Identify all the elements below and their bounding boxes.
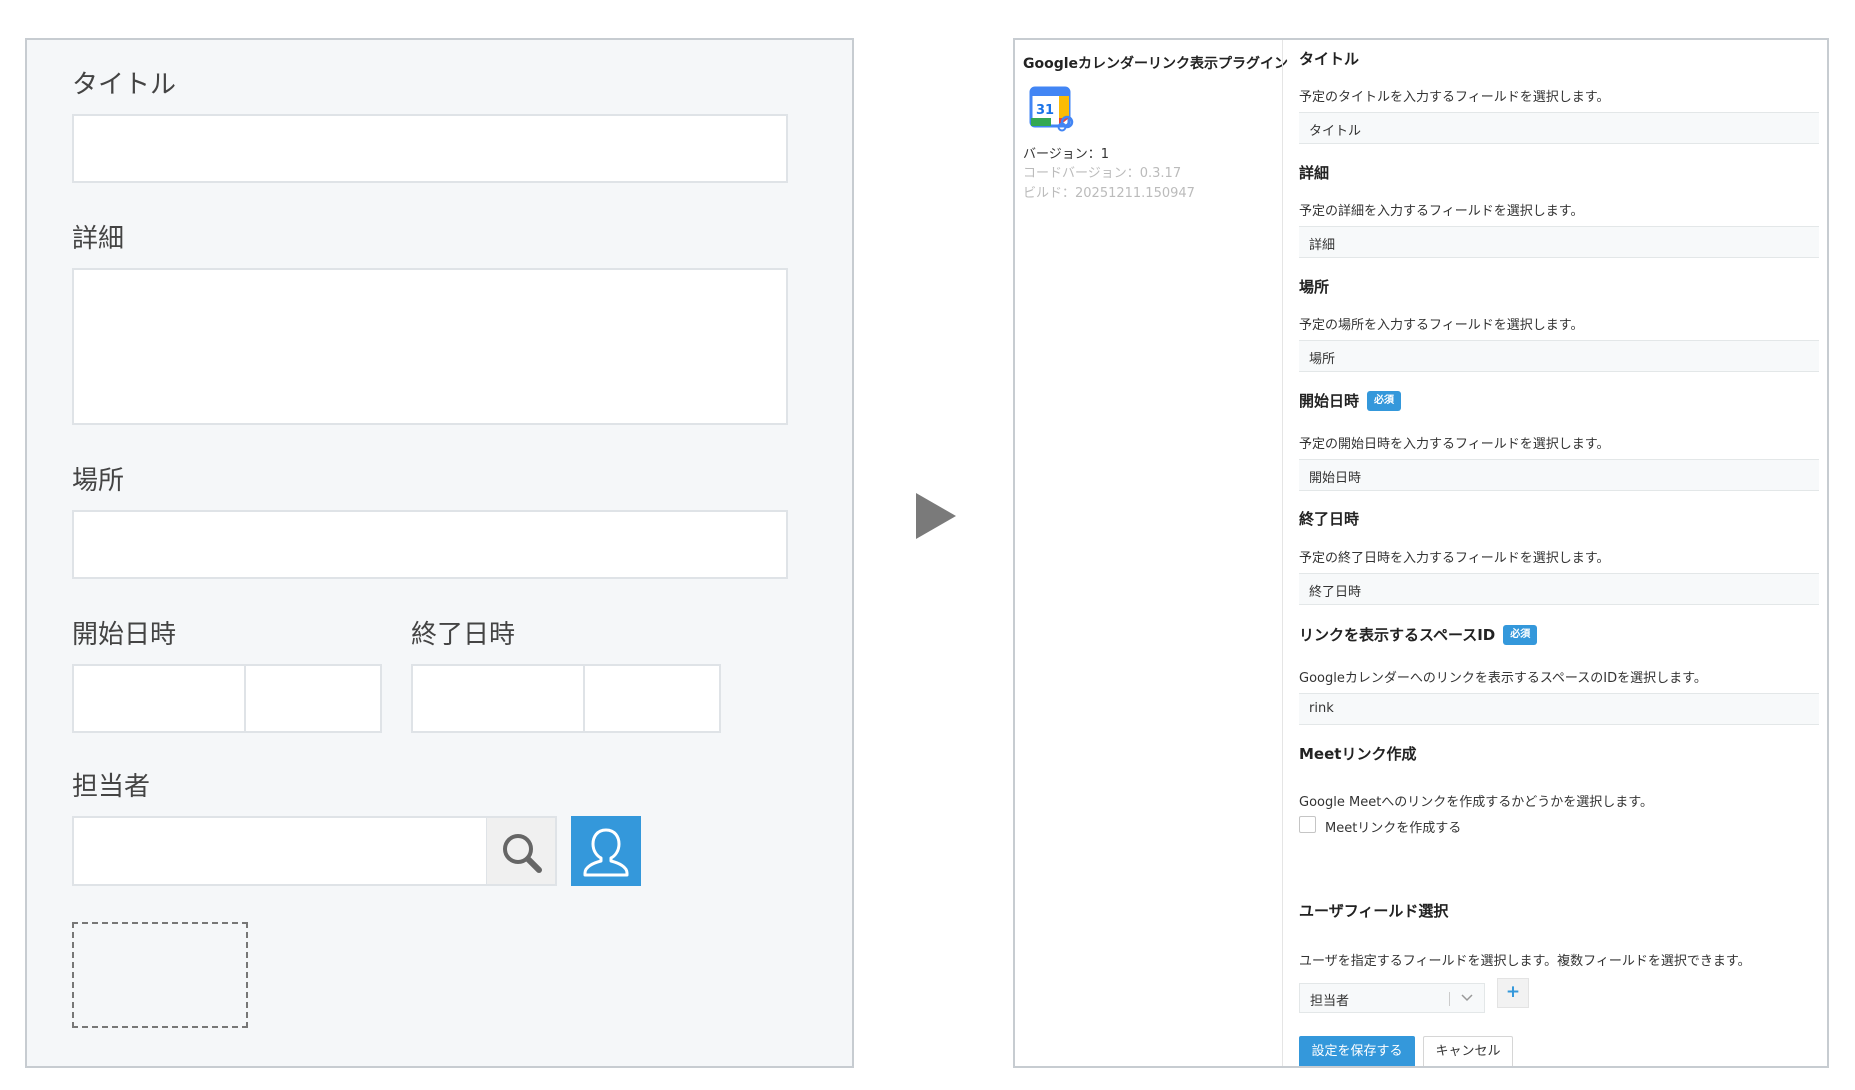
setting-detail-desc: 予定の詳細を入力するフィールドを選択します。 <box>1299 204 1584 219</box>
setting-start-select[interactable]: 開始日時 <box>1299 459 1819 491</box>
setting-location-desc: 予定の場所を入力するフィールドを選択します。 <box>1299 318 1584 333</box>
required-badge: 必須 <box>1367 390 1402 411</box>
setting-detail-select[interactable]: 詳細 <box>1299 226 1819 258</box>
meet-link-checkbox[interactable] <box>1299 816 1316 833</box>
setting-start-label: 開始日時 必須 <box>1299 390 1402 411</box>
setting-detail-label: 詳細 <box>1299 164 1330 182</box>
setting-end-desc: 予定の終了日時を入力するフィールドを選択します。 <box>1299 551 1610 566</box>
space-field-placeholder <box>72 922 248 1028</box>
user-field-select[interactable]: 担当者 <box>1299 983 1485 1013</box>
settings-form: タイトル 予定のタイトルを入力するフィールドを選択します。 タイトル 詳細 予定… <box>1299 40 1827 1066</box>
search-icon <box>503 834 542 873</box>
setting-end-select[interactable]: 終了日時 <box>1299 573 1819 605</box>
setting-location-label: 場所 <box>1299 278 1330 296</box>
plugin-info-sidebar: Googleカレンダーリンク表示プラグイン 31 バージョン：1 コードバージョ… <box>1015 40 1288 1066</box>
user-icon <box>583 828 629 877</box>
plugin-settings-panel: Googleカレンダーリンク表示プラグイン 31 バージョン：1 コードバージョ… <box>1013 38 1829 1068</box>
setting-space-select[interactable]: rink <box>1299 693 1819 725</box>
google-calendar-icon: 31 <box>1029 86 1074 132</box>
plugin-build: ビルド：20251211.150947 <box>1023 186 1195 201</box>
user-field-select-value: 担当者 <box>1310 994 1350 1009</box>
end-time-input[interactable] <box>583 664 721 733</box>
sidebar-divider <box>1282 40 1283 1066</box>
setting-end-label: 終了日時 <box>1299 510 1360 528</box>
start-time-input[interactable] <box>244 664 382 733</box>
cancel-button[interactable]: キャンセル <box>1423 1036 1513 1066</box>
end-datetime-label: 終了日時 <box>411 620 516 650</box>
title-input[interactable] <box>72 114 788 183</box>
setting-user-field-label: ユーザフィールド選択 <box>1299 902 1449 920</box>
plugin-version: バージョン：1 <box>1023 147 1110 162</box>
start-datetime-label: 開始日時 <box>72 620 177 650</box>
add-user-field-button[interactable]: + <box>1497 978 1529 1008</box>
assignee-user-button[interactable] <box>571 816 641 886</box>
location-label: 場所 <box>72 466 125 496</box>
end-date-input[interactable] <box>411 664 585 733</box>
setting-meet-desc: Google Meetへのリンクを作成するかどうかを選択します。 <box>1299 795 1653 810</box>
setting-start-desc: 予定の開始日時を入力するフィールドを選択します。 <box>1299 437 1610 452</box>
form-preview-panel: タイトル 詳細 場所 開始日時 終了日時 担当者 <box>25 38 854 1068</box>
assignee-label: 担当者 <box>72 772 151 802</box>
setting-user-field-desc: ユーザを指定するフィールドを選択します。複数フィールドを選択できます。 <box>1299 954 1751 969</box>
plugin-code-version: コードバージョン：0.3.17 <box>1023 166 1182 181</box>
assignee-input[interactable] <box>72 816 488 886</box>
setting-title-label: タイトル <box>1299 50 1360 68</box>
title-label: タイトル <box>72 70 177 100</box>
save-button[interactable]: 設定を保存する <box>1299 1036 1415 1066</box>
required-badge: 必須 <box>1503 624 1538 645</box>
setting-meet-label: Meetリンク作成 <box>1299 745 1417 763</box>
location-input[interactable] <box>72 510 788 579</box>
detail-textarea[interactable] <box>72 268 788 425</box>
plugin-name: Googleカレンダーリンク表示プラグイン <box>1023 56 1289 72</box>
setting-title-select[interactable]: タイトル <box>1299 112 1819 144</box>
setting-space-desc: Googleカレンダーへのリンクを表示するスペースのIDを選択します。 <box>1299 671 1707 686</box>
setting-location-select[interactable]: 場所 <box>1299 340 1819 372</box>
arrow-right-icon <box>916 493 956 539</box>
meet-link-checkbox-label[interactable]: Meetリンクを作成する <box>1325 817 1461 836</box>
assignee-search-button[interactable] <box>487 816 557 886</box>
setting-space-label: リンクを表示するスペースID 必須 <box>1299 624 1538 645</box>
select-separator <box>1449 992 1450 1006</box>
chevron-down-icon <box>1461 994 1473 1002</box>
start-date-input[interactable] <box>72 664 246 733</box>
detail-label: 詳細 <box>72 224 125 254</box>
calendar-icon-number: 31 <box>1036 103 1054 118</box>
setting-title-desc: 予定のタイトルを入力するフィールドを選択します。 <box>1299 90 1610 105</box>
